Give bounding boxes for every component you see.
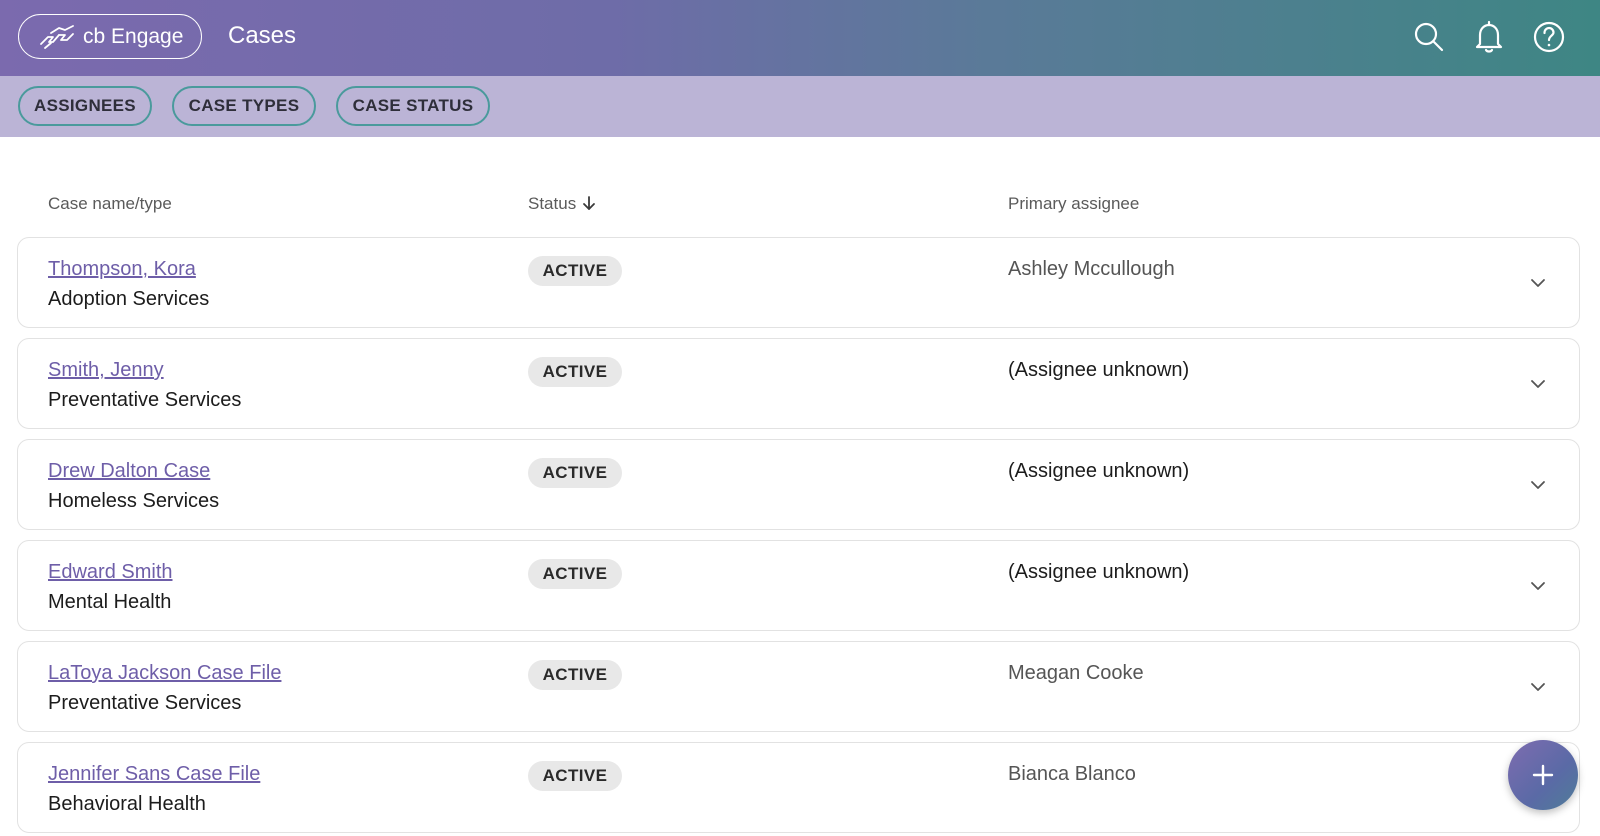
case-name-link[interactable]: Thompson, Kora	[48, 258, 196, 281]
case-name-link[interactable]: Drew Dalton Case	[48, 460, 210, 483]
brand-home-button[interactable]: cb Engage	[18, 14, 202, 59]
case-type: Preventative Services	[48, 389, 242, 411]
status-badge: ACTIVE	[528, 660, 622, 690]
table-row: LaToya Jackson Case File Preventative Se…	[17, 641, 1580, 732]
plus-icon	[1531, 763, 1555, 787]
table-row: Smith, Jenny Preventative Services ACTIV…	[17, 338, 1580, 429]
case-name-link[interactable]: Smith, Jenny	[48, 359, 164, 382]
status-badge: ACTIVE	[528, 458, 622, 488]
case-name-link[interactable]: Jennifer Sans Case File	[48, 763, 260, 786]
column-header-case-name: Case name/type	[48, 194, 172, 213]
column-header-primary-assignee: Primary assignee	[1008, 194, 1140, 213]
chevron-down-icon[interactable]	[1529, 577, 1547, 595]
table-row: Thompson, Kora Adoption Services ACTIVE …	[17, 237, 1580, 328]
table-row: Jennifer Sans Case File Behavioral Healt…	[17, 742, 1580, 833]
chevron-down-icon[interactable]	[1529, 375, 1547, 393]
brand-label: cb Engage	[83, 24, 184, 48]
status-badge: ACTIVE	[528, 357, 622, 387]
case-name-link[interactable]: LaToya Jackson Case File	[48, 662, 281, 685]
case-type: Behavioral Health	[48, 793, 206, 815]
primary-assignee: (Assignee unknown)	[1008, 359, 1190, 381]
assignees-filter-chip[interactable]: ASSIGNEES	[18, 86, 152, 126]
primary-assignee: Ashley Mccullough	[1008, 258, 1175, 280]
arrow-down-icon	[582, 195, 596, 216]
add-case-button[interactable]	[1508, 740, 1578, 810]
column-header-status-label: Status	[528, 194, 577, 213]
help-icon[interactable]	[1532, 20, 1566, 54]
status-badge: ACTIVE	[528, 559, 622, 589]
page-title: Cases	[228, 22, 297, 49]
table-row: Drew Dalton Case Homeless Services ACTIV…	[17, 439, 1580, 530]
case-type: Preventative Services	[48, 692, 242, 714]
case-type: Mental Health	[48, 591, 172, 613]
primary-assignee: Bianca Blanco	[1008, 763, 1136, 785]
table-row: Edward Smith Mental Health ACTIVE (Assig…	[17, 540, 1580, 631]
app-header: cb Engage Cases	[0, 0, 1600, 76]
case-type: Adoption Services	[48, 288, 210, 310]
bell-icon[interactable]	[1472, 20, 1506, 54]
case-type: Homeless Services	[48, 490, 220, 512]
case-name-link[interactable]: Edward Smith	[48, 561, 173, 584]
case-status-filter-chip[interactable]: CASE STATUS	[336, 86, 490, 126]
status-badge: ACTIVE	[528, 256, 622, 286]
chevron-down-icon[interactable]	[1529, 678, 1547, 696]
chevron-down-icon[interactable]	[1529, 476, 1547, 494]
handshake-logo-icon	[39, 24, 75, 50]
chevron-down-icon[interactable]	[1529, 274, 1547, 292]
search-icon[interactable]	[1412, 20, 1446, 54]
primary-assignee: (Assignee unknown)	[1008, 460, 1190, 482]
column-header-status-sort[interactable]: Status	[528, 194, 596, 216]
primary-assignee: Meagan Cooke	[1008, 662, 1144, 684]
filter-bar: ASSIGNEES CASE TYPES CASE STATUS	[0, 76, 1600, 137]
primary-assignee: (Assignee unknown)	[1008, 561, 1190, 583]
status-badge: ACTIVE	[528, 761, 622, 791]
case-types-filter-chip[interactable]: CASE TYPES	[172, 86, 316, 126]
